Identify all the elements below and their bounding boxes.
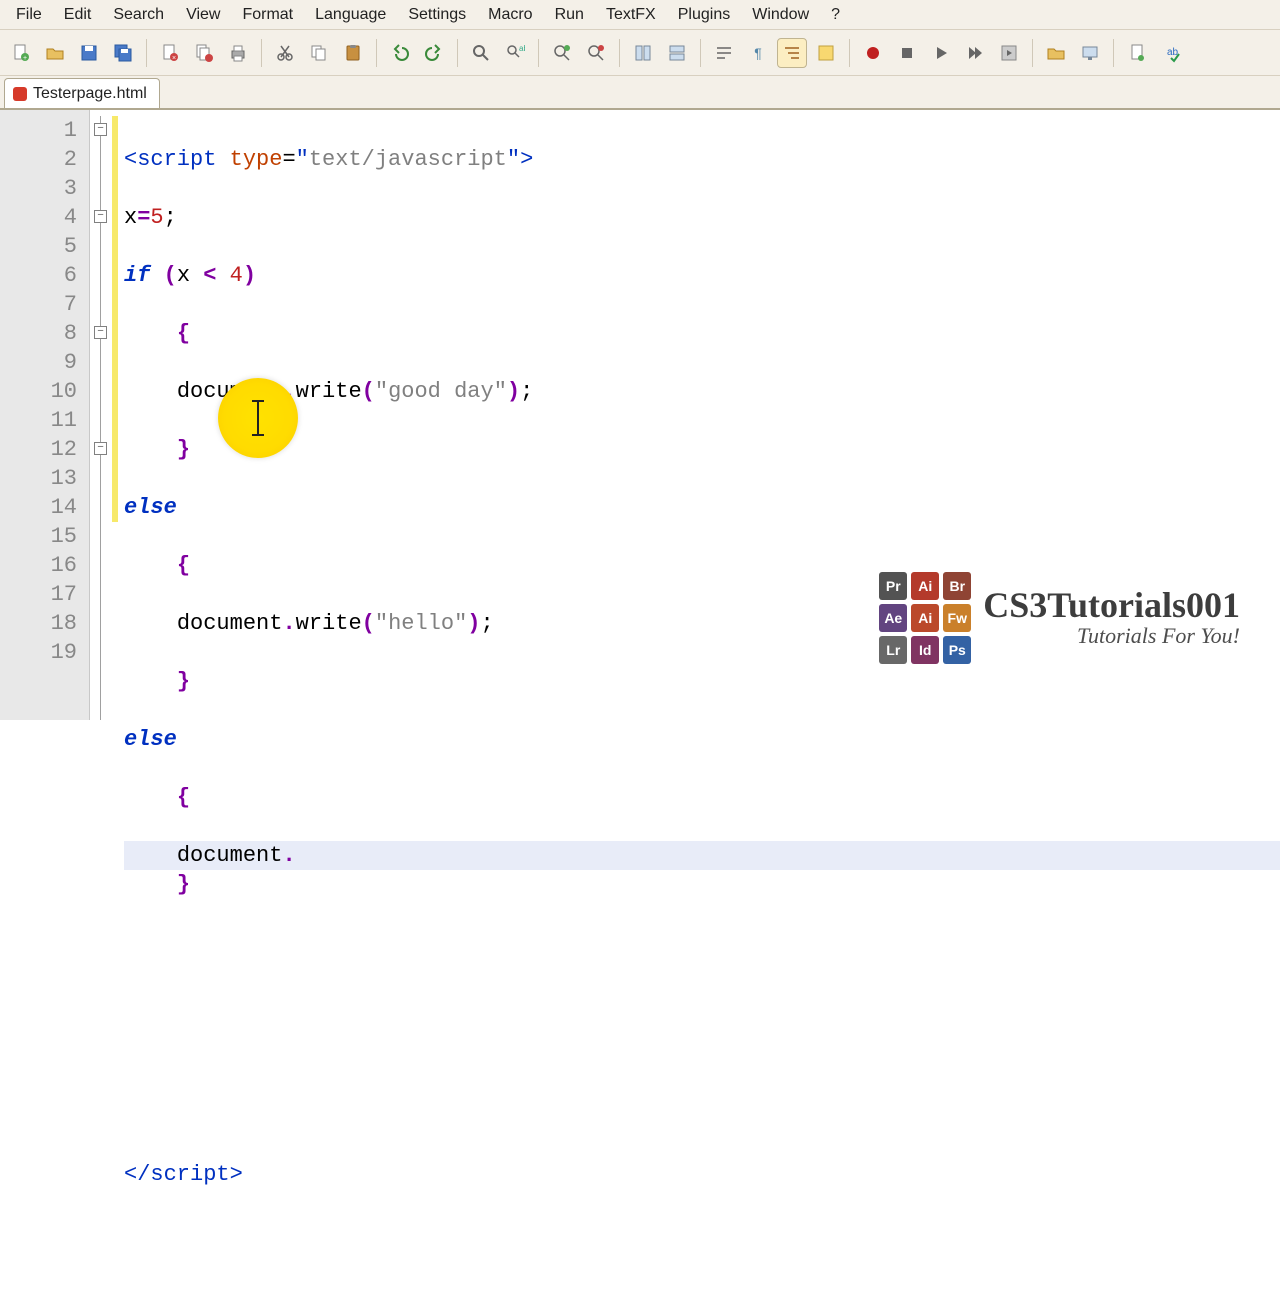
menu-help[interactable]: ? [821, 2, 850, 28]
svg-text:ab: ab [519, 44, 525, 53]
menu-edit[interactable]: Edit [54, 2, 102, 28]
copy-icon[interactable] [304, 38, 334, 68]
paste-icon[interactable] [338, 38, 368, 68]
menu-search[interactable]: Search [103, 2, 174, 28]
menu-textfx[interactable]: TextFX [596, 2, 666, 28]
app-icon: Pr [879, 572, 907, 600]
spellcheck-icon[interactable]: ab [1156, 38, 1186, 68]
replace-icon[interactable]: ab [500, 38, 530, 68]
play-multi-icon[interactable] [960, 38, 990, 68]
watermark-subtitle: Tutorials For You! [1077, 623, 1240, 649]
app-icon: Ai [911, 604, 939, 632]
app-icon: Ae [879, 604, 907, 632]
user-lang-icon[interactable] [811, 38, 841, 68]
menu-run[interactable]: Run [545, 2, 594, 28]
new-file-icon[interactable]: + [6, 38, 36, 68]
fold-toggle-icon[interactable] [94, 123, 107, 136]
app-icon: Br [943, 572, 971, 600]
print-icon[interactable] [223, 38, 253, 68]
fold-column[interactable] [90, 110, 112, 720]
app-icon: Lr [879, 636, 907, 664]
watermark-title: CS3Tutorials001 [983, 587, 1240, 623]
menu-file[interactable]: File [6, 2, 52, 28]
sync-v-icon[interactable] [628, 38, 658, 68]
zoom-out-icon[interactable] [581, 38, 611, 68]
open-file-icon[interactable] [40, 38, 70, 68]
menu-macro[interactable]: Macro [478, 2, 542, 28]
monitor-icon[interactable] [1075, 38, 1105, 68]
app-icon: Ai [911, 572, 939, 600]
save-all-icon[interactable] [108, 38, 138, 68]
app-icon: Id [911, 636, 939, 664]
app-icon: Fw [943, 604, 971, 632]
indent-guide-icon[interactable] [777, 38, 807, 68]
line-number-gutter: 123 456 789 101112 131415 161718 19 [0, 110, 90, 720]
sync-h-icon[interactable] [662, 38, 692, 68]
tab-bar: Testerpage.html [0, 76, 1280, 110]
doc-icon[interactable] [1122, 38, 1152, 68]
redo-icon[interactable] [419, 38, 449, 68]
play-macro-icon[interactable] [926, 38, 956, 68]
adobe-icon-grid: Pr Ai Br Ae Ai Fw Lr Id Ps [879, 572, 971, 664]
menu-bar: File Edit Search View Format Language Se… [0, 0, 1280, 30]
cursor-highlight-icon [218, 378, 298, 458]
svg-text:¶: ¶ [754, 45, 762, 61]
save-icon[interactable] [74, 38, 104, 68]
menu-view[interactable]: View [176, 2, 230, 28]
fold-toggle-icon[interactable] [94, 326, 107, 339]
stop-macro-icon[interactable] [892, 38, 922, 68]
fold-toggle-icon[interactable] [94, 442, 107, 455]
show-all-chars-icon[interactable]: ¶ [743, 38, 773, 68]
folder-icon[interactable] [1041, 38, 1071, 68]
cut-icon[interactable] [270, 38, 300, 68]
zoom-in-icon[interactable] [547, 38, 577, 68]
menu-language[interactable]: Language [305, 2, 396, 28]
tab-testerpage[interactable]: Testerpage.html [4, 78, 160, 108]
modified-icon [13, 87, 27, 101]
wordwrap-icon[interactable] [709, 38, 739, 68]
find-icon[interactable] [466, 38, 496, 68]
fold-toggle-icon[interactable] [94, 210, 107, 223]
svg-text:+: + [23, 55, 27, 62]
save-macro-icon[interactable] [994, 38, 1024, 68]
menu-plugins[interactable]: Plugins [668, 2, 740, 28]
close-file-icon[interactable]: × [155, 38, 185, 68]
tab-label: Testerpage.html [33, 85, 147, 103]
record-macro-icon[interactable] [858, 38, 888, 68]
watermark: Pr Ai Br Ae Ai Fw Lr Id Ps CS3Tutorials0… [879, 572, 1240, 664]
toolbar: + × ab ¶ ab [0, 30, 1280, 76]
menu-window[interactable]: Window [742, 2, 819, 28]
menu-format[interactable]: Format [232, 2, 303, 28]
app-icon: Ps [943, 636, 971, 664]
svg-text:×: × [172, 55, 176, 62]
undo-icon[interactable] [385, 38, 415, 68]
menu-settings[interactable]: Settings [398, 2, 476, 28]
close-all-icon[interactable] [189, 38, 219, 68]
